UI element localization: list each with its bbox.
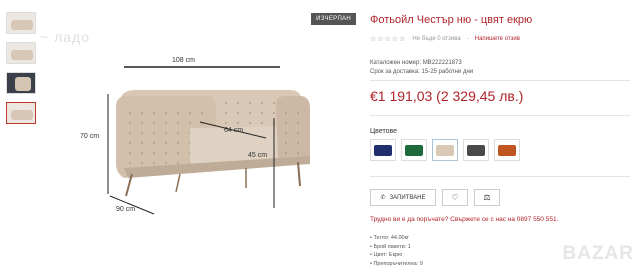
- rating-separator: -: [466, 36, 469, 42]
- color-swatch-ecru[interactable]: [432, 139, 458, 161]
- divider: [370, 176, 630, 177]
- color-swatches: [370, 139, 520, 161]
- spec-color: • Цвят: Екрю: [370, 252, 403, 258]
- dim-seat-depth-label: 64 cm: [224, 127, 244, 134]
- write-review-link[interactable]: Напишете отзив: [475, 36, 520, 42]
- specs-list: • Тегло: 44.00кг • Брой пакети: 1 • Цвят…: [370, 234, 423, 268]
- color-swatch-green[interactable]: [401, 139, 427, 161]
- thumbnail-4[interactable]: [6, 102, 36, 124]
- spec-weight: • Тегло: 44.00кг: [370, 235, 410, 241]
- delivery-value: 15-25 работни дни: [421, 69, 474, 75]
- color-swatch-orange[interactable]: [494, 139, 520, 161]
- thumbnail-strip: [6, 12, 36, 132]
- product-title: Фотьойл Честър ню - цвят екрю: [370, 14, 533, 26]
- rating-stars-icon[interactable]: ☆☆☆☆☆: [370, 35, 406, 43]
- brand-watermark: BAZAR: [562, 243, 634, 264]
- delivery-time: Срок за доставка: 15-25 работни дни: [370, 69, 473, 75]
- thumbnail-1[interactable]: [6, 12, 36, 34]
- color-swatch-blue[interactable]: [370, 139, 396, 161]
- scale-icon: ⚖: [483, 193, 491, 202]
- divider: [370, 80, 630, 81]
- compare-button[interactable]: ⚖: [474, 189, 500, 206]
- inquiry-button-label: ЗАПИТВАНЕ: [389, 194, 426, 201]
- dim-width-label: 108 cm: [172, 57, 195, 64]
- main-product-image[interactable]: ~ ладо ИЗЧЕРПАН 108 cm 70 cm 90 cm 64 cm…: [40, 8, 358, 268]
- dim-depth-label: 90 cm: [116, 206, 136, 213]
- rating-row: ☆☆☆☆☆ Не бъде 0 отзива - Напишете отзив: [370, 35, 520, 43]
- phone-icon: ✆: [380, 195, 386, 201]
- product-price: €1 191,03 (2 329,45 лв.): [370, 88, 524, 104]
- divider: [370, 115, 630, 116]
- catalog-label: Каталожен номер:: [370, 60, 422, 66]
- heart-icon: ♡: [451, 193, 459, 202]
- spec-recommended: • Препоръчителна: 9: [370, 260, 423, 267]
- dim-height-label: 70 cm: [80, 133, 100, 140]
- delivery-label: Срок за доставка:: [370, 69, 420, 75]
- reviews-count: Не бъде 0 отзива: [412, 36, 461, 42]
- dim-seat-height-label: 45 cm: [248, 152, 268, 159]
- spec-packages: • Брой пакети: 1: [370, 243, 411, 250]
- action-buttons: ✆ ЗАПИТВАНЕ ♡ ⚖: [370, 189, 500, 206]
- contact-question: Трудно ви е да поръчате? Свържете се с н…: [370, 216, 559, 223]
- product-info: Фотьойл Честър ню - цвят екрю ☆☆☆☆☆ Не б…: [370, 0, 640, 275]
- wishlist-button[interactable]: ♡: [442, 189, 468, 206]
- color-swatch-grey[interactable]: [463, 139, 489, 161]
- thumbnail-2[interactable]: [6, 42, 36, 64]
- colors-label: Цветове: [370, 128, 398, 135]
- catalog-value: МВ222221873: [422, 60, 462, 66]
- catalog-number: Каталожен номер: МВ222221873: [370, 60, 462, 66]
- inquiry-button[interactable]: ✆ ЗАПИТВАНЕ: [370, 189, 436, 206]
- thumbnail-3[interactable]: [6, 72, 36, 94]
